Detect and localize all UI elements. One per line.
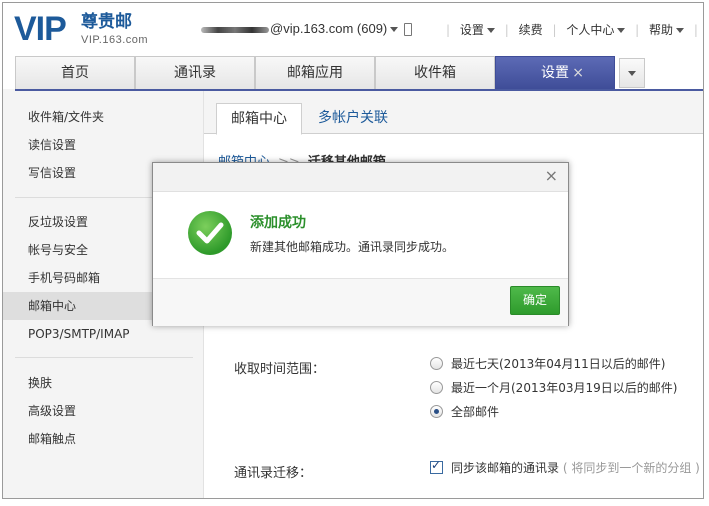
subtab-mailbox-center[interactable]: 邮箱中心 [216, 103, 302, 135]
success-check-icon [188, 211, 232, 255]
close-icon[interactable]: × [545, 166, 558, 186]
contacts-migration-label: 通讯录迁移： [234, 466, 313, 481]
radio-button[interactable] [430, 381, 443, 394]
divider [15, 357, 193, 358]
subtab-bar: 邮箱中心 多帐户关联 [204, 91, 703, 135]
chevron-down-icon [617, 28, 626, 33]
tab-inbox[interactable]: 收件箱 [375, 56, 495, 89]
chevron-down-icon [390, 27, 399, 33]
chevron-down-icon [676, 28, 685, 33]
sidebar-item-skin[interactable]: 换肤 [3, 369, 203, 397]
sidebar-item-mail-touchpoints[interactable]: 邮箱触点 [3, 425, 203, 453]
top-nav: | 设置 | 续费 | 个人中心 | 帮助 | 退 [446, 21, 698, 38]
dialog-header: × [153, 163, 568, 192]
header: VIP 尊贵邮 VIP.163.com @vip.163.com (609) |… [3, 3, 703, 55]
sidebar-item-folders[interactable]: 收件箱/文件夹 [3, 103, 203, 131]
nav-help[interactable]: 帮助 [649, 21, 685, 38]
account-label: @vip.163.com (609) [270, 21, 388, 36]
tab-mail-apps[interactable]: 邮箱应用 [255, 56, 375, 89]
confirm-button[interactable]: 确定 [510, 286, 560, 315]
nav-personal-center[interactable]: 个人中心 [566, 21, 626, 38]
radio-last-month[interactable]: 最近一个月(2013年03月19日以后的邮件) [430, 379, 677, 396]
dialog-title: 添加成功 [250, 215, 306, 231]
success-dialog: × 添加成功 新建其他邮箱成功。通讯录同步成功。 确定 [152, 162, 569, 326]
sync-contacts-option[interactable]: 同步该邮箱的通讯录 ( 将同步到一个新的分组 ) [430, 458, 700, 476]
subtab-multi-account[interactable]: 多帐户关联 [304, 103, 402, 133]
phone-icon[interactable] [404, 23, 413, 37]
logo: VIP [14, 10, 67, 48]
tab-settings[interactable]: 设置 × [495, 56, 615, 89]
logo-domain: VIP.163.com [81, 34, 149, 46]
main-tabbar: 首页 通讯录 邮箱应用 收件箱 设置 × [3, 55, 703, 91]
close-icon[interactable]: × [572, 57, 584, 89]
tab-settings-label: 设置 [541, 65, 569, 81]
tab-contacts[interactable]: 通讯录 [135, 56, 255, 89]
app-window: VIP 尊贵邮 VIP.163.com @vip.163.com (609) |… [2, 2, 704, 499]
account-switcher[interactable]: @vip.163.com (609) [201, 21, 413, 37]
tab-home[interactable]: 首页 [15, 56, 135, 89]
radio-button-selected[interactable] [430, 405, 443, 418]
sync-contacts-hint: ( 将同步到一个新的分组 ) [562, 461, 700, 475]
time-range-label: 收取时间范围： [234, 362, 326, 377]
dialog-footer [153, 278, 568, 326]
sidebar-item-read-settings[interactable]: 读信设置 [3, 131, 203, 159]
logo-title: 尊贵邮 [81, 12, 132, 32]
radio-all-mail[interactable]: 全部邮件 [430, 403, 499, 420]
radio-last-7-days[interactable]: 最近七天(2013年04月11日以后的邮件) [430, 355, 665, 372]
chevron-down-icon [628, 71, 636, 76]
chevron-down-icon [486, 28, 495, 33]
more-tabs-button[interactable] [619, 58, 645, 88]
dialog-message: 新建其他邮箱成功。通讯录同步成功。 [250, 240, 455, 254]
sync-contacts-checkbox[interactable] [430, 458, 443, 474]
nav-renew[interactable]: 续费 [519, 21, 543, 38]
redacted-username [201, 26, 269, 33]
nav-settings[interactable]: 设置 [460, 21, 495, 38]
radio-button[interactable] [430, 357, 443, 370]
sidebar-item-advanced[interactable]: 高级设置 [3, 397, 203, 425]
